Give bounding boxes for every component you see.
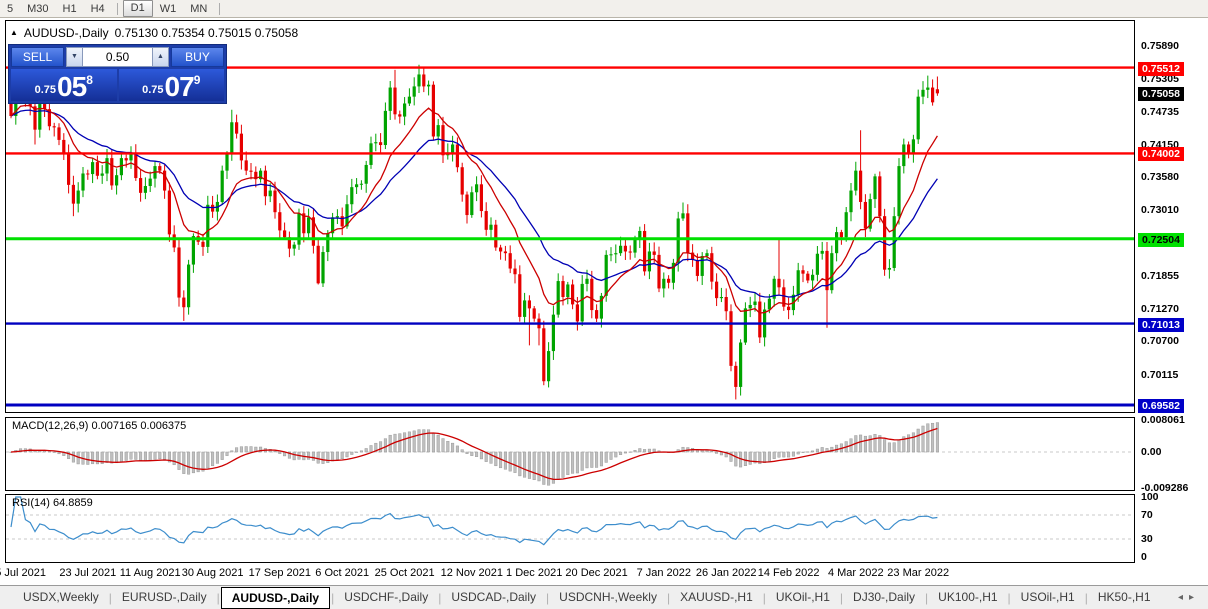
price-level-badge: 0.75058 — [1138, 87, 1184, 101]
buy-price-big: 07 — [165, 74, 194, 100]
macd-axis-label: 0.00 — [1141, 446, 1161, 458]
date-axis-label: 4 Mar 2022 — [828, 567, 884, 579]
sell-button[interactable]: SELL — [11, 47, 64, 67]
rsi-pane-frame — [6, 495, 1135, 563]
price-axis: 0.758900.753050.747350.741500.735800.730… — [1136, 18, 1208, 563]
rsi-axis-label: 30 — [1141, 533, 1153, 545]
date-axis-label: 12 Nov 2021 — [441, 567, 503, 579]
rsi-indicator-label: RSI(14) 64.8859 — [12, 497, 93, 509]
price-level-badge: 0.72504 — [1138, 233, 1184, 247]
chart-tab-eurusd-daily[interactable]: EURUSD-,Daily — [113, 587, 216, 608]
date-axis-label: 23 Jul 2021 — [59, 567, 116, 579]
price-axis-label: 0.70115 — [1141, 369, 1178, 381]
price-axis-label: 0.71270 — [1141, 303, 1179, 315]
timeframe-button-5[interactable]: 5 — [0, 1, 20, 17]
chart-tab-ukoil-h1[interactable]: UKOil-,H1 — [767, 587, 839, 608]
buy-button[interactable]: BUY — [171, 47, 224, 67]
date-axis-label: 23 Mar 2022 — [887, 567, 949, 579]
chart-tab-uk100-h1[interactable]: UK100-,H1 — [929, 587, 1006, 608]
tab-scroll-arrows[interactable]: ◂▸ — [1178, 592, 1208, 603]
chart-tab-usdcad-daily[interactable]: USDCAD-,Daily — [442, 587, 545, 608]
date-axis: 5 Jul 2021 23 Jul 2021 11 Aug 202130 Aug 2… — [0, 563, 1208, 585]
chart-ohlc-values: 0.75130 0.75354 0.75015 0.75058 — [115, 26, 299, 40]
date-axis-label: 6 Oct 2021 — [315, 567, 369, 579]
buy-price-pip: 9 — [194, 73, 201, 87]
date-axis-label: 14 Feb 2022 — [758, 567, 820, 579]
timeframe-button-h1[interactable]: H1 — [56, 1, 84, 17]
chart-tab-usdx-weekly[interactable]: USDX,Weekly — [14, 587, 108, 608]
date-axis-label: 26 Jan 2022 — [696, 567, 757, 579]
sell-price-big: 05 — [57, 74, 86, 100]
price-axis-label: 0.73580 — [1141, 171, 1179, 183]
rsi-axis-label: 0 — [1141, 551, 1147, 563]
date-axis-label: 30 Aug 2021 — [182, 567, 244, 579]
toolbar-separator — [117, 3, 118, 15]
chart-tab-usdchf-daily[interactable]: USDCHF-,Daily — [335, 587, 437, 608]
buy-price-prefix: 0.75 — [142, 84, 163, 96]
volume-field[interactable]: 0.50 — [83, 47, 152, 67]
macd-indicator-label: MACD(12,26,9) 0.007165 0.006375 — [12, 420, 186, 432]
toolbar-separator — [219, 3, 220, 15]
volume-stepper: ▼ 0.50 ▲ — [66, 47, 169, 67]
timeframe-button-d1[interactable]: D1 — [123, 0, 153, 17]
collapse-arrow-icon[interactable]: ▲ — [10, 28, 18, 37]
sell-price-panel[interactable]: 0.75 05 8 — [11, 69, 117, 101]
price-level-badge: 0.69582 — [1138, 399, 1184, 413]
price-axis-label: 0.75890 — [1141, 40, 1179, 52]
rsi-axis-label: 70 — [1141, 509, 1153, 521]
date-axis-label: 11 Aug 2021 — [120, 567, 181, 579]
symbol-tab-bar: USDX,Weekly|EURUSD-,Daily|AUDUSD-,Daily|… — [0, 585, 1208, 609]
chart-tab-hk50-h1[interactable]: HK50-,H1 — [1089, 587, 1160, 608]
rsi-pane[interactable] — [5, 494, 1135, 563]
date-axis-label: 1 Dec 2021 — [506, 567, 562, 579]
chart-tab-usoil-h1[interactable]: USOil-,H1 — [1012, 587, 1084, 608]
date-axis-label: 25 Oct 2021 — [375, 567, 435, 579]
price-axis-label: 0.71855 — [1141, 270, 1179, 282]
timeframe-button-m30[interactable]: M30 — [20, 1, 55, 17]
rsi-axis-label: 100 — [1141, 491, 1159, 503]
timeframe-button-w1[interactable]: W1 — [153, 1, 184, 17]
volume-increase-icon[interactable]: ▲ — [152, 47, 169, 67]
macd-axis-label: 0.008061 — [1141, 414, 1185, 426]
one-click-trading-panel: SELL ▼ 0.50 ▲ BUY 0.75 05 8 0.75 07 9 — [8, 44, 227, 104]
date-axis-label: 5 Jul 2021 — [0, 567, 46, 579]
sell-price-prefix: 0.75 — [35, 84, 56, 96]
chart-symbol-header: ▲ AUDUSD-,Daily 0.75130 0.75354 0.75015 … — [10, 26, 298, 40]
chart-tab-audusd-daily[interactable]: AUDUSD-,Daily — [221, 587, 330, 609]
price-level-badge: 0.75512 — [1138, 62, 1184, 76]
price-axis-label: 0.73010 — [1141, 204, 1179, 216]
chart-symbol-title: AUDUSD-,Daily — [24, 26, 109, 40]
price-level-badge: 0.71013 — [1138, 318, 1184, 332]
chart-tab-usdcnh-weekly[interactable]: USDCNH-,Weekly — [550, 587, 666, 608]
timeframe-button-h4[interactable]: H4 — [84, 1, 112, 17]
date-axis-label: 7 Jan 2022 — [637, 567, 691, 579]
volume-decrease-icon[interactable]: ▼ — [66, 47, 83, 67]
timeframe-button-mn[interactable]: MN — [183, 1, 214, 17]
timeframe-toolbar: 5M30H1H4 D1W1MN — [0, 0, 1208, 18]
chart-tab-dj30-daily[interactable]: DJ30-,Daily — [844, 587, 924, 608]
sell-price-pip: 8 — [86, 73, 93, 87]
date-axis-label: 17 Sep 2021 — [249, 567, 311, 579]
price-level-badge: 0.74002 — [1138, 147, 1184, 161]
price-axis-label: 0.74735 — [1141, 106, 1179, 118]
price-axis-label: 0.70700 — [1141, 335, 1179, 347]
chart-tab-xauusd-h1[interactable]: XAUUSD-,H1 — [671, 587, 762, 608]
buy-price-panel[interactable]: 0.75 07 9 — [119, 69, 225, 101]
date-axis-label: 20 Dec 2021 — [565, 567, 627, 579]
